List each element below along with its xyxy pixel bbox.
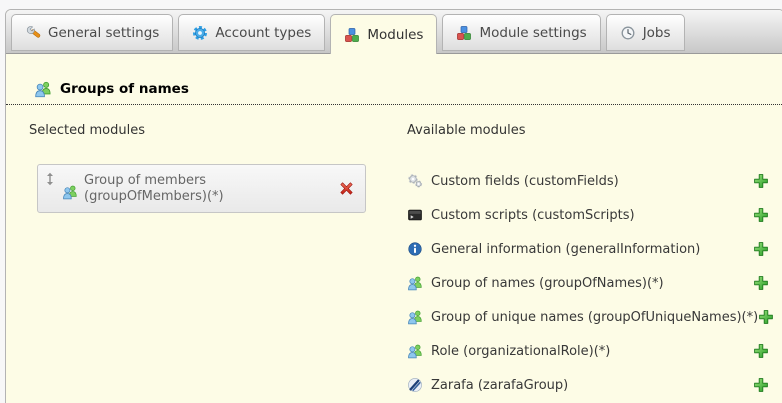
tab-label: Modules [367, 27, 423, 43]
tab-account-types[interactable]: Account types [178, 14, 325, 51]
zarafa-icon [407, 377, 423, 393]
remove-module-button[interactable] [338, 180, 355, 197]
available-module-row: General information (generalInformation) [407, 238, 769, 260]
available-module-row: Custom fields (customFields) [407, 170, 769, 192]
add-plus-icon [753, 207, 769, 223]
info-icon [407, 241, 423, 257]
add-module-button[interactable] [753, 275, 769, 291]
modules-cubes-icon [456, 25, 472, 41]
account-gear-icon [192, 25, 208, 41]
gears-icon [407, 173, 423, 189]
selected-module-item[interactable]: Group of members (groupOfMembers)(*) [37, 164, 366, 213]
available-module-label: General information (generalInformation) [431, 242, 753, 257]
module-columns: Selected modules Group of members (group… [6, 123, 782, 403]
available-module-label: Zarafa (zarafaGroup) [431, 378, 753, 393]
available-module-label: Role (organizationalRole)(*) [431, 344, 753, 359]
available-module-row: Zarafa (zarafaGroup) [407, 374, 769, 396]
group-icon [407, 275, 423, 291]
terminal-icon [407, 207, 423, 223]
add-module-button[interactable] [758, 309, 774, 325]
available-module-label: Custom fields (customFields) [431, 174, 753, 189]
configuration-panel: General settings Account types Modules M… [5, 9, 782, 403]
available-modules-list: Custom fields (customFields) Custom scri… [407, 170, 769, 396]
tab-label: Jobs [643, 25, 671, 41]
add-module-button[interactable] [753, 343, 769, 359]
tab-bar: General settings Account types Modules M… [6, 10, 782, 54]
add-module-button[interactable] [753, 207, 769, 223]
available-module-row: Custom scripts (customScripts) [407, 204, 769, 226]
selected-modules-heading: Selected modules [29, 123, 371, 139]
available-module-label: Group of names (groupOfNames)(*) [431, 276, 753, 291]
available-module-label: Custom scripts (customScripts) [431, 208, 753, 223]
selected-module-id: (groupOfMembers)(*) [84, 189, 330, 205]
available-modules-column: Available modules Custom fields (customF… [407, 123, 769, 403]
tab-general-settings[interactable]: General settings [11, 14, 173, 51]
modules-tab-content: Groups of names Selected modules Group o… [6, 80, 782, 403]
add-module-button[interactable] [753, 241, 769, 257]
group-icon [62, 184, 78, 200]
available-module-row: Group of names (groupOfNames)(*) [407, 272, 769, 294]
group-icon [407, 343, 423, 359]
drag-handle-icon[interactable] [45, 172, 55, 186]
selected-module-label: Group of members (groupOfMembers)(*) [84, 173, 330, 205]
add-plus-icon [753, 343, 769, 359]
selected-modules-column: Selected modules Group of members (group… [29, 123, 371, 403]
tab-jobs[interactable]: Jobs [606, 14, 685, 51]
tab-label: Module settings [479, 25, 586, 41]
tab-label: Account types [215, 25, 311, 41]
add-module-button[interactable] [753, 377, 769, 393]
add-plus-icon [753, 275, 769, 291]
add-plus-icon [753, 173, 769, 189]
add-module-button[interactable] [753, 173, 769, 189]
wrench-icon [25, 25, 41, 41]
section-heading: Groups of names [6, 80, 782, 105]
selected-module-name: Group of members [84, 173, 330, 189]
add-plus-icon [753, 241, 769, 257]
tab-modules[interactable]: Modules [330, 14, 437, 54]
available-module-row: Role (organizationalRole)(*) [407, 340, 769, 362]
available-module-label: Group of unique names (groupOfUniqueName… [431, 310, 758, 325]
add-plus-icon [758, 309, 774, 325]
modules-cubes-icon [344, 27, 360, 43]
section-title: Groups of names [60, 81, 189, 97]
available-modules-heading: Available modules [407, 123, 769, 139]
delete-x-icon [338, 180, 355, 197]
group-icon [34, 80, 52, 98]
group-icon [407, 309, 423, 325]
clock-icon [620, 25, 636, 41]
available-module-row: Group of unique names (groupOfUniqueName… [407, 306, 769, 328]
tab-label: General settings [48, 25, 159, 41]
add-plus-icon [753, 377, 769, 393]
tab-module-settings[interactable]: Module settings [442, 14, 600, 51]
